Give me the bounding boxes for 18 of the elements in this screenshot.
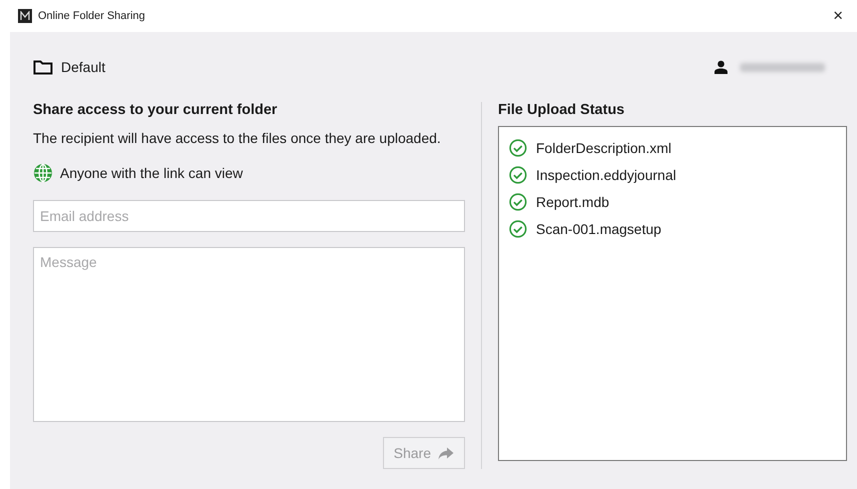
window-title: Online Folder Sharing [38, 10, 146, 22]
message-field[interactable]: Message [33, 247, 465, 422]
folder-name: Default [61, 59, 106, 75]
share-heading: Share access to your current folder [33, 102, 278, 118]
file-name: Scan-001.magsetup [536, 220, 662, 236]
forward-arrow-icon [438, 446, 454, 460]
app-logo-icon [18, 9, 32, 23]
file-name: Inspection.eddyjournal [536, 166, 676, 182]
file-name: Report.mdb [536, 194, 610, 210]
globe-icon [33, 163, 53, 183]
user-icon [714, 60, 728, 74]
folder-icon [33, 59, 53, 75]
file-name: FolderDescription.xml [536, 140, 672, 156]
share-description: The recipient will have access to the files once they are uploaded. [33, 130, 442, 146]
access-label: Anyone with the link can view [60, 165, 243, 181]
upload-status-heading: File Upload Status [498, 102, 626, 118]
close-button[interactable]: × [829, 6, 847, 26]
email-field[interactable]: Email address [33, 200, 465, 232]
